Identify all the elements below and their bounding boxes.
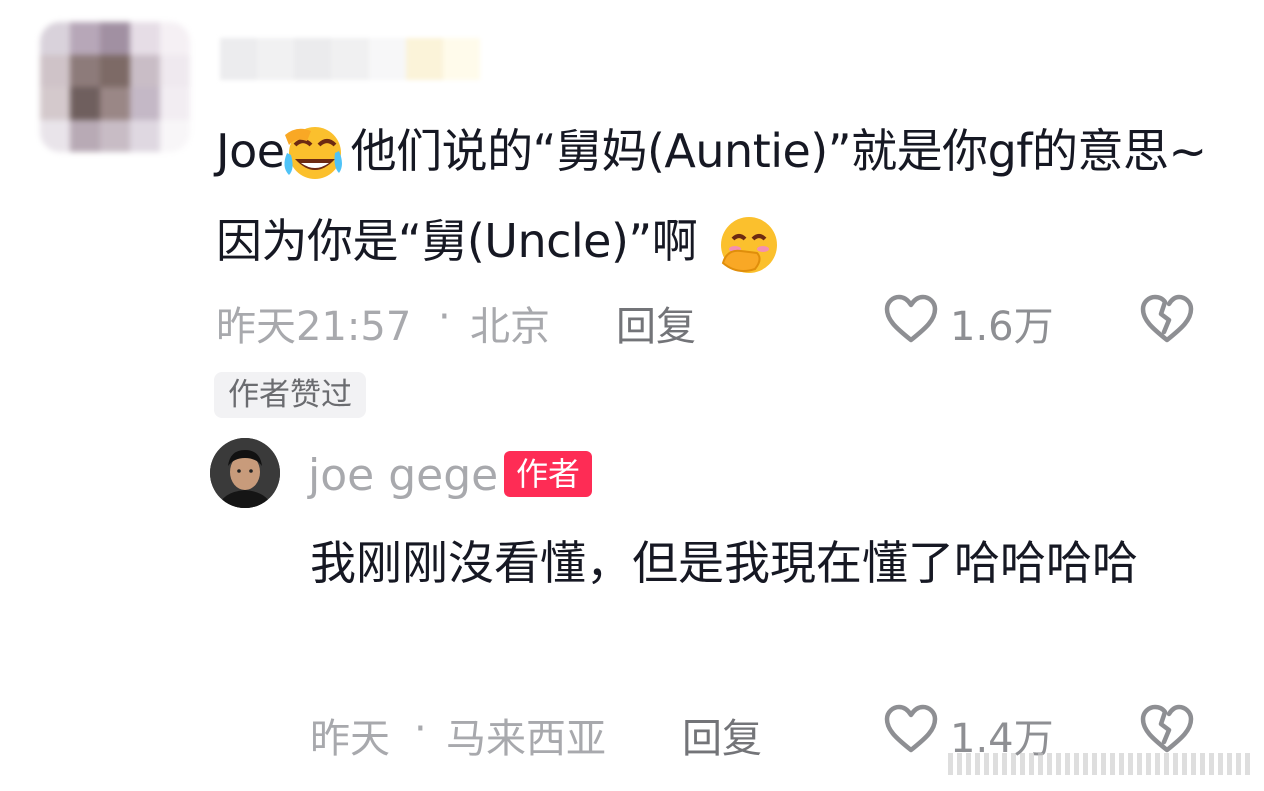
dislike-icon[interactable]	[1140, 294, 1194, 344]
reply-separator: ·	[414, 706, 427, 752]
comment-timestamp: 昨天21:57	[216, 304, 412, 350]
reply-timestamp: 昨天	[310, 716, 390, 762]
reply-location: 马来西亚	[446, 716, 606, 762]
watermark	[948, 753, 1254, 775]
comment-text: Joe 他们说的“舅妈(Auntie)”就是你gf的意思~因为你是“舅(Uncl…	[216, 106, 1216, 286]
commenter-avatar[interactable]	[40, 22, 190, 152]
reply-dislike-icon[interactable]	[1140, 704, 1194, 754]
hand-over-mouth-emoji	[721, 216, 778, 273]
reply-reply-button[interactable]: 回复	[682, 706, 762, 764]
comment-prefix: Joe	[216, 124, 285, 178]
reply-username[interactable]: joe gege	[308, 450, 498, 501]
comment-reply-button[interactable]: 回复	[616, 294, 696, 352]
like-icon[interactable]	[884, 294, 938, 344]
comment-body: 他们说的“舅妈(Auntie)”就是你gf的意思~因为你是“舅(Uncle)”啊	[216, 124, 1207, 268]
rolling-laughing-emoji	[283, 126, 342, 179]
reply-like-icon[interactable]	[884, 704, 938, 754]
comment-location: 北京	[470, 304, 550, 350]
author-liked-badge: 作者赞过	[214, 372, 366, 418]
reply-avatar[interactable]	[210, 438, 280, 508]
author-badge: 作者	[504, 451, 593, 497]
commenter-name[interactable]	[220, 38, 480, 80]
comment-separator: ·	[438, 294, 451, 340]
comment-like-count: 1.6万	[950, 304, 1054, 350]
reply-text: 我刚刚沒看懂，但是我現在懂了哈哈哈哈	[310, 536, 1138, 590]
